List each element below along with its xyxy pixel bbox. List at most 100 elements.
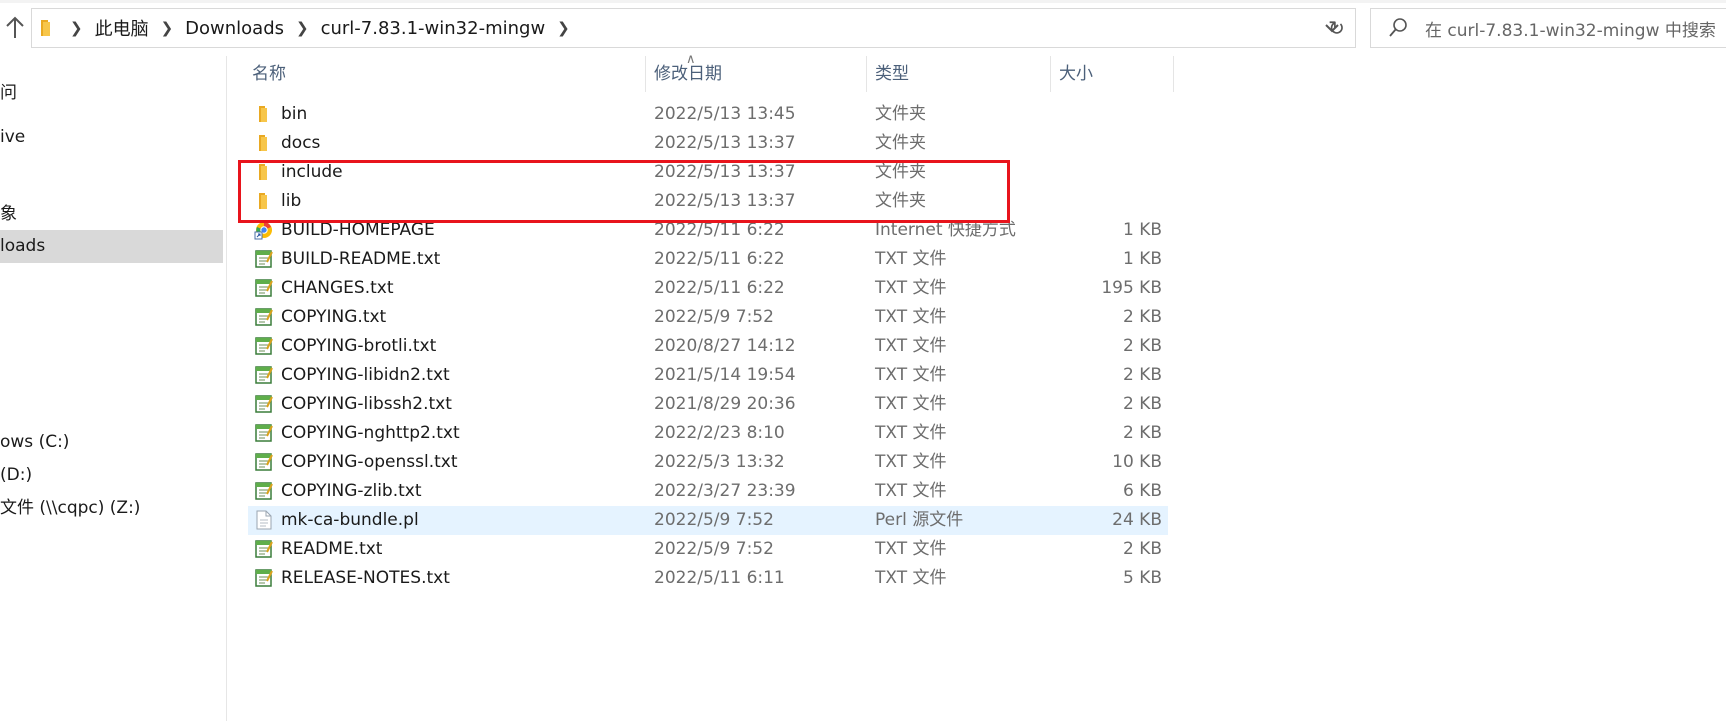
- folder-icon: [254, 162, 274, 182]
- file-type: TXT 文件: [875, 394, 947, 414]
- file-name: mk-ca-bundle.pl: [281, 510, 419, 530]
- file-name: BUILD-HOMEPAGE: [281, 220, 435, 240]
- text-file-icon: [254, 423, 274, 443]
- folder-icon: [36, 17, 58, 39]
- file-row[interactable]: COPYING-brotli.txt 2020/8/27 14:12 TXT 文件 2…: [248, 332, 1168, 361]
- file-date: 2020/8/27 14:12: [654, 336, 796, 356]
- text-file-icon: [254, 249, 274, 269]
- column-divider[interactable]: [866, 56, 867, 92]
- file-row[interactable]: docs 2022/5/13 13:37 文件夹: [248, 129, 1168, 158]
- file-size: 2 KB: [1122, 336, 1162, 356]
- file-size: 10 KB: [1112, 452, 1162, 472]
- file-name: COPYING-openssl.txt: [281, 452, 458, 472]
- file-size: 195 KB: [1101, 278, 1162, 298]
- file-date: 2021/5/14 19:54: [654, 365, 796, 385]
- file-size: 2 KB: [1122, 423, 1162, 443]
- file-name: COPYING-nghttp2.txt: [281, 423, 460, 443]
- chevron-right-icon[interactable]: ❯: [70, 19, 83, 37]
- breadcrumb-item[interactable]: curl-7.83.1-win32-mingw: [321, 18, 546, 39]
- file-row[interactable]: COPYING-libssh2.txt 2021/8/29 20:36 TXT 文件…: [248, 390, 1168, 419]
- file-date: 2022/5/9 7:52: [654, 510, 774, 530]
- nav-item-drive-d[interactable]: (D:): [0, 459, 223, 492]
- up-arrow-icon[interactable]: [2, 12, 28, 42]
- file-date: 2022/5/3 13:32: [654, 452, 785, 472]
- file-type: 文件夹: [875, 133, 926, 153]
- text-file-icon: [254, 278, 274, 298]
- file-type: TXT 文件: [875, 307, 947, 327]
- file-row[interactable]: BUILD-HOMEPAGE 2022/5/11 6:22 Internet 快捷方…: [248, 216, 1168, 245]
- file-size: 2 KB: [1122, 394, 1162, 414]
- file-size: 5 KB: [1122, 568, 1162, 588]
- folder-icon: [254, 104, 274, 124]
- file-row[interactable]: bin 2022/5/13 13:45 文件夹: [248, 100, 1168, 129]
- file-type: Perl 源文件: [875, 510, 964, 530]
- nav-item[interactable]: 问: [0, 77, 223, 110]
- file-size: 1 KB: [1122, 220, 1162, 240]
- navigation-pane: 问 ive 象 loads ows (C:) (D:) 文件 (\\cqpc) …: [0, 56, 227, 721]
- search-input[interactable]: 在 curl-7.83.1-win32-mingw 中搜索: [1370, 8, 1726, 48]
- nav-item-drive-z[interactable]: 文件 (\\cqpc) (Z:): [0, 492, 223, 525]
- file-name: COPYING-libidn2.txt: [281, 365, 450, 385]
- column-header-name[interactable]: 名称: [252, 56, 286, 92]
- refresh-icon[interactable]: ↻: [1318, 8, 1356, 48]
- file-row[interactable]: COPYING-libidn2.txt 2021/5/14 19:54 TXT 文件…: [248, 361, 1168, 390]
- file-date: 2022/5/9 7:52: [654, 539, 774, 559]
- column-header-type[interactable]: 类型: [875, 56, 909, 92]
- search-placeholder: 在 curl-7.83.1-win32-mingw 中搜索: [1425, 20, 1716, 41]
- file-row[interactable]: COPYING-openssl.txt 2022/5/3 13:32 TXT 文件 1…: [248, 448, 1168, 477]
- file-row[interactable]: BUILD-README.txt 2022/5/11 6:22 TXT 文件 1 KB: [248, 245, 1168, 274]
- text-file-icon: [254, 452, 274, 472]
- file-row[interactable]: COPYING-nghttp2.txt 2022/2/23 8:10 TXT 文件 2…: [248, 419, 1168, 448]
- file-date: 2022/2/23 8:10: [654, 423, 785, 443]
- file-name: COPYING-libssh2.txt: [281, 394, 452, 414]
- chevron-right-icon[interactable]: ❯: [296, 19, 309, 37]
- column-divider[interactable]: [645, 56, 646, 92]
- file-date: 2022/5/13 13:37: [654, 133, 796, 153]
- file-date: 2022/5/11 6:22: [654, 220, 785, 240]
- nav-item-drive-c[interactable]: ows (C:): [0, 426, 223, 459]
- column-header-row: ∧ 名称 修改日期 类型 大小: [248, 52, 1174, 92]
- file-date: 2021/8/29 20:36: [654, 394, 796, 414]
- folder-icon: [254, 133, 274, 153]
- text-file-icon: [254, 394, 274, 414]
- file-name: COPYING.txt: [281, 307, 387, 327]
- file-row[interactable]: README.txt 2022/5/9 7:52 TXT 文件 2 KB: [248, 535, 1168, 564]
- file-name: BUILD-README.txt: [281, 249, 441, 269]
- nav-item-downloads[interactable]: loads: [0, 230, 223, 263]
- file-row[interactable]: RELEASE-NOTES.txt 2022/5/11 6:11 TXT 文件 5 K…: [248, 564, 1168, 593]
- text-file-icon: [254, 481, 274, 501]
- file-row[interactable]: COPYING-zlib.txt 2022/3/27 23:39 TXT 文件 6 K…: [248, 477, 1168, 506]
- column-divider[interactable]: [1050, 56, 1051, 92]
- file-name: lib: [281, 191, 302, 211]
- file-type: 文件夹: [875, 191, 926, 211]
- file-row[interactable]: lib 2022/5/13 13:37 文件夹: [248, 187, 1168, 216]
- file-size: 2 KB: [1122, 539, 1162, 559]
- file-date: 2022/5/9 7:52: [654, 307, 774, 327]
- file-name: docs: [281, 133, 321, 153]
- file-size: 6 KB: [1122, 481, 1162, 501]
- column-header-size[interactable]: 大小: [1059, 56, 1093, 92]
- column-header-date[interactable]: 修改日期: [654, 56, 722, 92]
- nav-item[interactable]: ive: [0, 121, 223, 154]
- file-name: RELEASE-NOTES.txt: [281, 568, 450, 588]
- perl-file-icon: [254, 510, 274, 530]
- file-date: 2022/5/11 6:11: [654, 568, 785, 588]
- text-file-icon: [254, 365, 274, 385]
- column-divider[interactable]: [1173, 56, 1174, 92]
- file-row[interactable]: include 2022/5/13 13:37 文件夹: [248, 158, 1168, 187]
- breadcrumb-item[interactable]: Downloads: [185, 18, 284, 39]
- file-row[interactable]: mk-ca-bundle.pl 2022/5/9 7:52 Perl 源文件 24 K…: [248, 506, 1168, 535]
- file-date: 2022/5/13 13:37: [654, 162, 796, 182]
- address-bar[interactable]: ❯ 此电脑 ❯ Downloads ❯ curl-7.83.1-win32-mi…: [31, 8, 1356, 48]
- chevron-right-icon[interactable]: ❯: [161, 19, 174, 37]
- file-row[interactable]: COPYING.txt 2022/5/9 7:52 TXT 文件 2 KB: [248, 303, 1168, 332]
- internet-shortcut-icon: [254, 220, 274, 240]
- file-row[interactable]: CHANGES.txt 2022/5/11 6:22 TXT 文件 195 KB: [248, 274, 1168, 303]
- file-size: 24 KB: [1112, 510, 1162, 530]
- breadcrumb-item[interactable]: 此电脑: [95, 15, 149, 41]
- nav-item[interactable]: 象: [0, 198, 223, 231]
- file-size: 2 KB: [1122, 365, 1162, 385]
- file-size: 1 KB: [1122, 249, 1162, 269]
- file-name: bin: [281, 104, 308, 124]
- chevron-right-icon[interactable]: ❯: [557, 19, 570, 37]
